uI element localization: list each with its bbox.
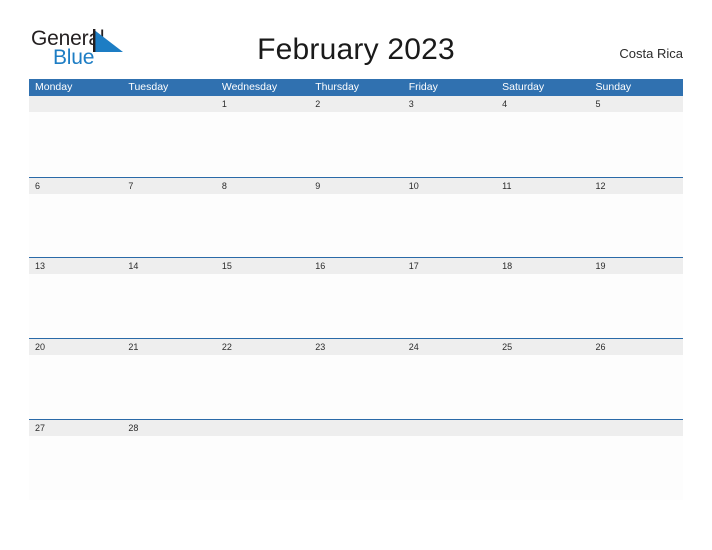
day-cell[interactable]: 12 — [590, 178, 683, 194]
week-note-area[interactable] — [29, 193, 683, 258]
day-cell[interactable]: 24 — [403, 339, 496, 355]
week-note-area[interactable] — [29, 274, 683, 339]
location-label: Costa Rica — [619, 46, 683, 61]
day-cell[interactable]: 23 — [309, 339, 402, 355]
calendar-page: General Blue February 2023 Costa Rica Mo… — [0, 0, 712, 550]
day-cell[interactable]: 13 — [29, 258, 122, 274]
day-cell[interactable]: 14 — [122, 258, 215, 274]
day-cell[interactable]: 27 — [29, 420, 122, 436]
day-cell[interactable] — [29, 96, 122, 112]
week-row: 1 2 3 4 5 — [29, 96, 683, 177]
day-cell[interactable] — [122, 96, 215, 112]
day-cell[interactable]: 25 — [496, 339, 589, 355]
week-row: 6 7 8 9 10 11 12 — [29, 176, 683, 258]
week-note-area[interactable] — [29, 355, 683, 420]
day-cell[interactable] — [403, 420, 496, 436]
day-cell[interactable]: 15 — [216, 258, 309, 274]
day-cell[interactable]: 9 — [309, 178, 402, 194]
day-cell[interactable] — [309, 420, 402, 436]
day-cell[interactable]: 16 — [309, 258, 402, 274]
week-row: 20 21 22 23 24 25 26 — [29, 338, 683, 420]
day-cell[interactable]: 21 — [122, 339, 215, 355]
weekday-header-row: Monday Tuesday Wednesday Thursday Friday… — [29, 79, 683, 96]
week-date-band: 13 14 15 16 17 18 19 — [29, 258, 683, 275]
week-date-band: 6 7 8 9 10 11 12 — [29, 177, 683, 194]
calendar-grid: Monday Tuesday Wednesday Thursday Friday… — [29, 79, 683, 500]
week-date-band: 20 21 22 23 24 25 26 — [29, 339, 683, 356]
weekday-thursday: Thursday — [315, 81, 360, 93]
page-header: General Blue February 2023 Costa Rica — [0, 0, 712, 78]
day-cell[interactable]: 19 — [590, 258, 683, 274]
day-cell[interactable]: 1 — [216, 96, 309, 112]
weekday-saturday: Saturday — [502, 81, 545, 93]
day-cell[interactable]: 26 — [590, 339, 683, 355]
day-cell[interactable]: 17 — [403, 258, 496, 274]
day-cell[interactable]: 11 — [496, 178, 589, 194]
day-cell[interactable]: 4 — [496, 96, 589, 112]
day-cell[interactable]: 20 — [29, 339, 122, 355]
day-cell[interactable]: 7 — [122, 178, 215, 194]
page-title: February 2023 — [257, 33, 455, 66]
week-row: 13 14 15 16 17 18 19 — [29, 257, 683, 339]
day-cell[interactable]: 3 — [403, 96, 496, 112]
day-cell[interactable]: 8 — [216, 178, 309, 194]
day-cell[interactable]: 6 — [29, 178, 122, 194]
weekday-friday: Friday — [408, 81, 438, 93]
day-cell[interactable]: 2 — [309, 96, 402, 112]
day-cell[interactable]: 10 — [403, 178, 496, 194]
day-cell[interactable] — [216, 420, 309, 436]
day-cell[interactable]: 5 — [590, 96, 683, 112]
week-date-band: 1 2 3 4 5 — [29, 96, 683, 112]
day-cell[interactable] — [496, 420, 589, 436]
day-cell[interactable]: 28 — [122, 420, 215, 436]
weekday-tuesday: Tuesday — [128, 81, 169, 93]
day-cell[interactable] — [590, 420, 683, 436]
week-date-band: 27 28 — [29, 419, 683, 436]
day-cell[interactable]: 22 — [216, 339, 309, 355]
week-note-area[interactable] — [29, 112, 683, 176]
weekday-monday: Monday — [35, 81, 73, 93]
week-row: 27 28 — [29, 418, 683, 500]
week-note-area[interactable] — [29, 435, 683, 500]
day-cell[interactable]: 18 — [496, 258, 589, 274]
weekday-sunday: Sunday — [595, 81, 632, 93]
weekday-wednesday: Wednesday — [221, 81, 278, 93]
